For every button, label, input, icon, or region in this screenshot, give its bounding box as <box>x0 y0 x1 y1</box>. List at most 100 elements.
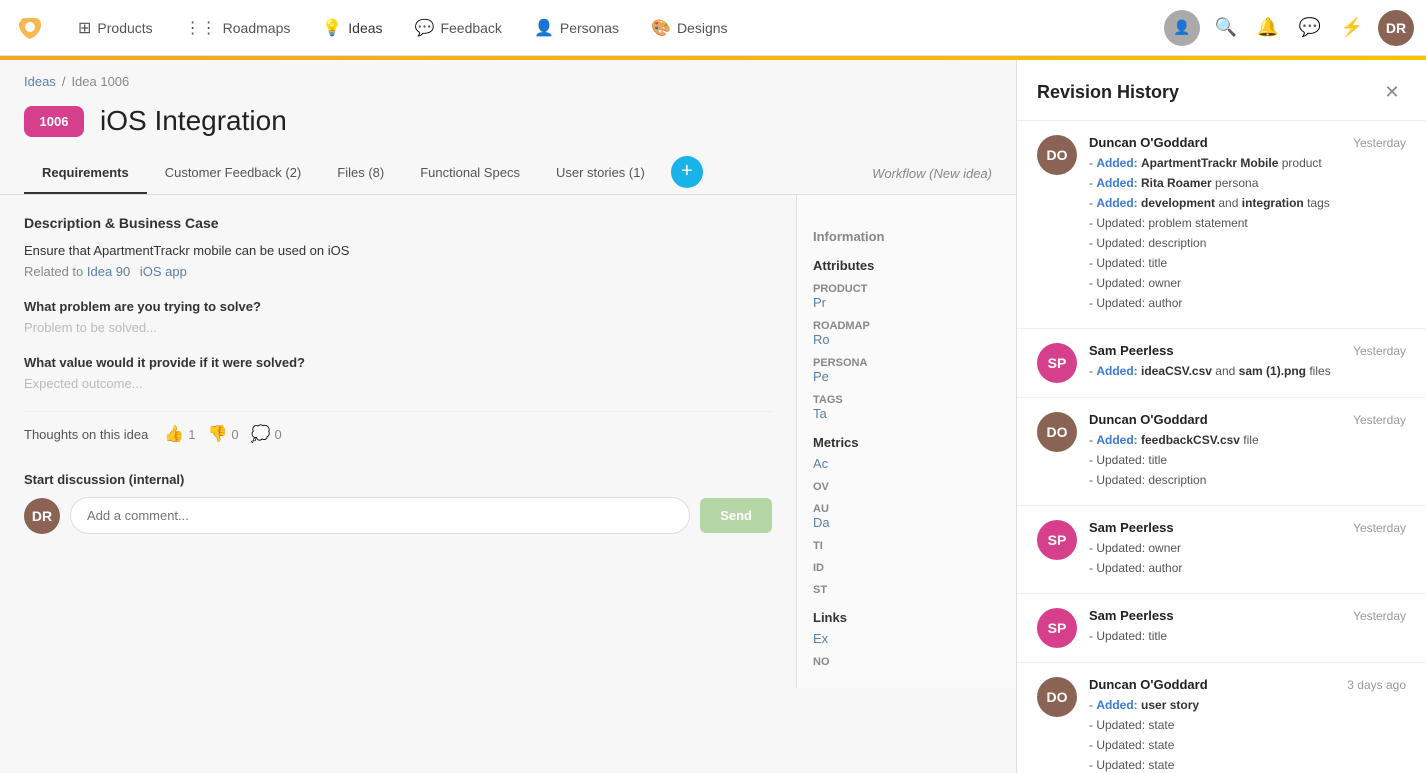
revision-line: - Added: user story <box>1089 696 1406 714</box>
nav-item-personas[interactable]: 👤 Personas <box>520 10 633 46</box>
tab-requirements[interactable]: Requirements <box>24 153 147 194</box>
tabs-bar: Requirements Customer Feedback (2) Files… <box>0 153 1016 195</box>
idea-header: 1006 iOS Integration <box>0 97 1016 153</box>
breadcrumb-parent[interactable]: Ideas <box>24 74 56 89</box>
tab-functional-specs[interactable]: Functional Specs <box>402 153 538 194</box>
nav-item-ideas-label: Ideas <box>348 20 382 36</box>
revision-line: - Updated: owner <box>1089 274 1406 292</box>
ideas-icon: 💡 <box>322 18 342 38</box>
comment-area: DR Send <box>24 497 772 534</box>
metric-value[interactable]: Ac <box>813 456 1000 471</box>
section-content: Description & Business Case Ensure that … <box>0 195 1016 688</box>
tab-files[interactable]: Files (8) <box>319 153 402 194</box>
tab-customer-feedback-label: Customer Feedback (2) <box>165 165 302 180</box>
revision-item: SP Sam Peerless Yesterday - Updated: tit… <box>1017 594 1426 663</box>
commenter-avatar: DR <box>24 498 60 534</box>
revision-meta: Sam Peerless Yesterday <box>1089 608 1406 623</box>
vote-down-count: 0 <box>231 427 238 442</box>
revision-author: Duncan O'Goddard <box>1089 135 1208 150</box>
extra-value[interactable]: Ex <box>813 631 1000 646</box>
revision-avatar: SP <box>1037 608 1077 648</box>
added-label: Added: <box>1096 433 1137 447</box>
links-heading: Links <box>813 610 1000 625</box>
nav-item-roadmaps[interactable]: ⋮⋮ Roadmaps <box>171 10 305 46</box>
nav-item-products-label: Products <box>97 20 152 36</box>
add-tab-button[interactable]: + <box>671 156 703 188</box>
tags-value[interactable]: Ta <box>813 406 1000 421</box>
revision-line: - Updated: state <box>1089 716 1406 734</box>
added-item: feedbackCSV.csv <box>1141 433 1240 447</box>
revision-meta: Sam Peerless Yesterday <box>1089 343 1406 358</box>
revision-item: SP Sam Peerless Yesterday - Updated: own… <box>1017 506 1426 594</box>
tab-customer-feedback[interactable]: Customer Feedback (2) <box>147 153 320 194</box>
added-label: Added: <box>1096 364 1137 378</box>
revision-time: Yesterday <box>1353 609 1406 623</box>
nav-item-feedback[interactable]: 💬 Feedback <box>401 10 516 46</box>
revision-meta: Duncan O'Goddard Yesterday <box>1089 412 1406 427</box>
search-button[interactable]: 🔍 <box>1210 12 1242 44</box>
feedback-icon: 💬 <box>415 18 435 38</box>
revision-body: Duncan O'Goddard Yesterday - Added: Apar… <box>1089 135 1406 314</box>
notes-label: No <box>813 656 1000 668</box>
revision-close-button[interactable]: ✕ <box>1378 78 1406 106</box>
revision-line: - Updated: title <box>1089 254 1406 272</box>
added-item-2: sam (1).png <box>1239 364 1306 378</box>
related-link-0[interactable]: Idea 90 <box>87 264 130 279</box>
idea-badge: 1006 <box>24 106 84 137</box>
revision-avatar: SP <box>1037 520 1077 560</box>
notifications-button[interactable]: 🔔 <box>1252 12 1284 44</box>
top-navigation: ⊞ Products ⋮⋮ Roadmaps 💡 Ideas 💬 Feedbac… <box>0 0 1426 56</box>
tab-functional-specs-label: Functional Specs <box>420 165 520 180</box>
revision-author: Sam Peerless <box>1089 520 1174 535</box>
breadcrumb-current: Idea 1006 <box>71 74 129 89</box>
added-item: development <box>1141 196 1215 210</box>
bolt-button[interactable]: ⚡ <box>1336 12 1368 44</box>
added-item: Rita Roamer <box>1141 176 1212 190</box>
revision-item: DO Duncan O'Goddard Yesterday - Added: A… <box>1017 121 1426 329</box>
nav-item-ideas[interactable]: 💡 Ideas <box>308 10 396 46</box>
tab-user-stories[interactable]: User stories (1) <box>538 153 663 194</box>
comment-count: 0 <box>275 427 282 442</box>
revision-line: - Updated: title <box>1089 451 1406 469</box>
id-label: ID <box>813 562 1000 574</box>
revision-author: Duncan O'Goddard <box>1089 677 1208 692</box>
messages-button[interactable]: 💬 <box>1294 12 1326 44</box>
discussion-heading: Start discussion (internal) <box>24 472 772 487</box>
workflow-status: (New idea) <box>929 166 992 181</box>
profile-avatar-left[interactable]: 👤 <box>1164 10 1200 46</box>
revision-body: Sam Peerless Yesterday - Updated: title <box>1089 608 1406 648</box>
question-1-label: What problem are you trying to solve? <box>24 299 772 314</box>
app-logo[interactable] <box>12 10 48 46</box>
description-text: Ensure that ApartmentTrackr mobile can b… <box>24 243 772 258</box>
send-button[interactable]: Send <box>700 498 772 533</box>
state-label: St <box>813 584 1000 596</box>
tab-workflow[interactable]: Workflow (New idea) <box>872 154 992 193</box>
workflow-label: Workflow <box>872 166 925 181</box>
nav-item-roadmaps-label: Roadmaps <box>223 20 291 36</box>
product-value[interactable]: Pr <box>813 295 1000 310</box>
related-link-1[interactable]: iOS app <box>140 264 187 279</box>
date-value[interactable]: Da <box>813 515 1000 530</box>
revision-line: - Updated: author <box>1089 294 1406 312</box>
nav-item-products[interactable]: ⊞ Products <box>64 10 167 46</box>
roadmap-value[interactable]: Ro <box>813 332 1000 347</box>
breadcrumb-separator: / <box>62 74 66 89</box>
comment-button[interactable]: 💭 0 <box>251 424 282 444</box>
products-icon: ⊞ <box>78 18 91 38</box>
revision-avatar: DO <box>1037 135 1077 175</box>
nav-item-designs[interactable]: 🎨 Designs <box>637 10 742 46</box>
persona-value[interactable]: Pe <box>813 369 1000 384</box>
user-avatar[interactable]: DR <box>1378 10 1414 46</box>
vote-up-button[interactable]: 👍 1 <box>164 424 195 444</box>
revision-header: Revision History ✕ <box>1017 60 1426 121</box>
question-2-placeholder[interactable]: Expected outcome... <box>24 376 772 391</box>
vote-down-button[interactable]: 👎 0 <box>207 424 238 444</box>
revision-list: DO Duncan O'Goddard Yesterday - Added: A… <box>1017 121 1426 773</box>
revision-title: Revision History <box>1037 82 1179 103</box>
added-label: Added: <box>1096 196 1137 210</box>
question-1-placeholder[interactable]: Problem to be solved... <box>24 320 772 335</box>
revision-body: Sam Peerless Yesterday - Added: ideaCSV.… <box>1089 343 1406 383</box>
revision-line: - Added: Rita Roamer persona <box>1089 174 1406 192</box>
comment-input[interactable] <box>70 497 690 534</box>
added-label: Added: <box>1096 176 1137 190</box>
